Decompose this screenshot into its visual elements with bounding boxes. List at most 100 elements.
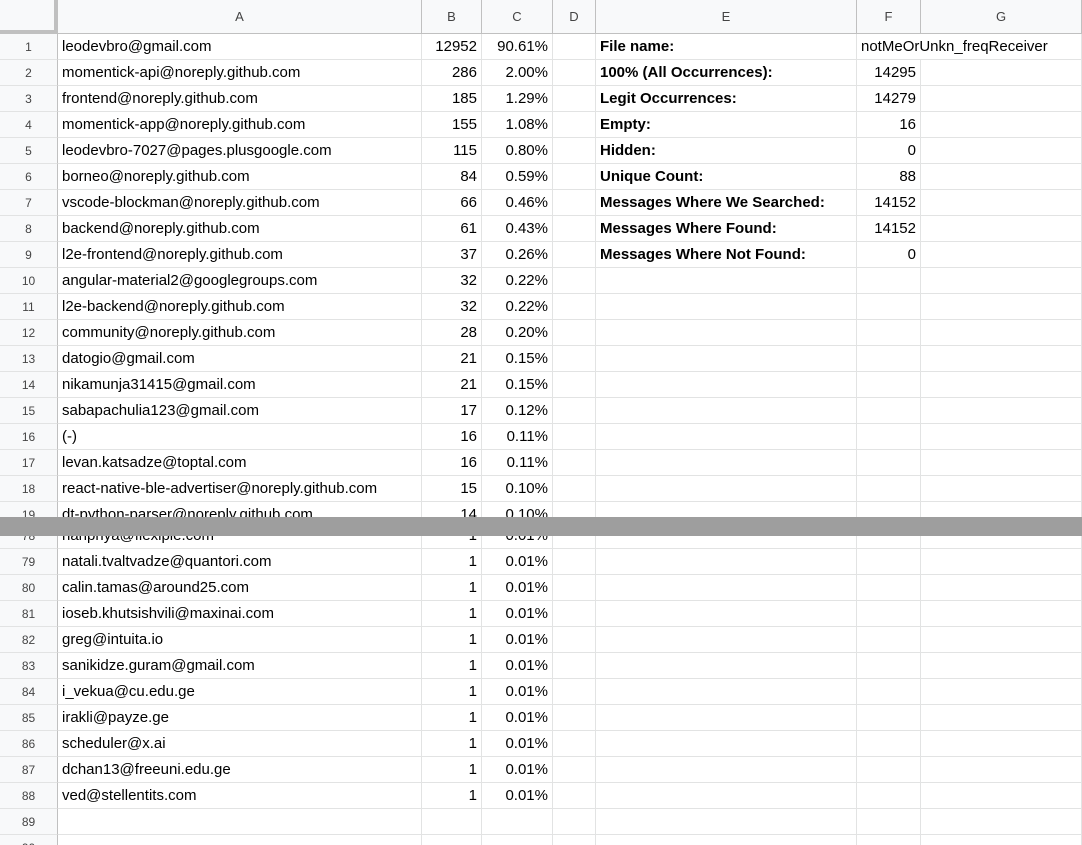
cell-d[interactable] — [553, 835, 596, 845]
cell-g[interactable] — [921, 835, 1082, 845]
row-header[interactable]: 7 — [0, 190, 58, 216]
cell-percent[interactable]: 0.10% — [482, 502, 553, 517]
row-header[interactable]: 5 — [0, 138, 58, 164]
cell-g[interactable] — [921, 601, 1082, 627]
stat-value[interactable]: notMeOrUnkn_freqReceiver — [857, 34, 1082, 60]
cell-e[interactable] — [596, 705, 857, 731]
cell-count[interactable]: 1 — [422, 627, 482, 653]
cell-count[interactable]: 61 — [422, 216, 482, 242]
cell-count[interactable]: 14 — [422, 502, 482, 517]
stat-label[interactable]: 100% (All Occurrences): — [596, 60, 857, 86]
cell-count[interactable]: 66 — [422, 190, 482, 216]
row-header[interactable]: 9 — [0, 242, 58, 268]
cell-percent[interactable]: 0.26% — [482, 242, 553, 268]
cell-e[interactable] — [596, 679, 857, 705]
cell-d[interactable] — [553, 242, 596, 268]
cell-d[interactable] — [553, 398, 596, 424]
cell-email[interactable]: frontend@noreply.github.com — [58, 86, 422, 112]
cell-e[interactable] — [596, 809, 857, 835]
cell-email[interactable]: leodevbro@gmail.com — [58, 34, 422, 60]
cell-count[interactable]: 28 — [422, 320, 482, 346]
cell-g[interactable] — [921, 575, 1082, 601]
cell-percent[interactable]: 0.01% — [482, 549, 553, 575]
row-header[interactable]: 6 — [0, 164, 58, 190]
cell-d[interactable] — [553, 502, 596, 517]
cell-email[interactable]: community@noreply.github.com — [58, 320, 422, 346]
cell-g[interactable] — [921, 705, 1082, 731]
cell-percent[interactable]: 0.11% — [482, 424, 553, 450]
cell-f[interactable] — [857, 731, 921, 757]
cell-email[interactable]: backend@noreply.github.com — [58, 216, 422, 242]
cell-f[interactable] — [857, 398, 921, 424]
cell-percent[interactable]: 0.01% — [482, 731, 553, 757]
cell-email[interactable]: nikamunja31415@gmail.com — [58, 372, 422, 398]
cell-g[interactable] — [921, 679, 1082, 705]
stat-value[interactable]: 16 — [857, 112, 921, 138]
cell-d[interactable] — [553, 294, 596, 320]
cell-count[interactable] — [422, 809, 482, 835]
cell-percent[interactable]: 0.46% — [482, 190, 553, 216]
cell-email[interactable]: momentick-app@noreply.github.com — [58, 112, 422, 138]
stat-label[interactable]: Messages Where We Searched: — [596, 190, 857, 216]
cell-g[interactable] — [921, 372, 1082, 398]
row-header[interactable]: 85 — [0, 705, 58, 731]
column-header-f[interactable]: F — [857, 0, 921, 34]
cell-d[interactable] — [553, 138, 596, 164]
cell-g[interactable] — [921, 112, 1082, 138]
cell-d[interactable] — [553, 679, 596, 705]
cell-percent[interactable]: 0.01% — [482, 536, 553, 549]
cell-e[interactable] — [596, 372, 857, 398]
cell-d[interactable] — [553, 190, 596, 216]
cell-g[interactable] — [921, 627, 1082, 653]
cell-d[interactable] — [553, 112, 596, 138]
cell-percent[interactable] — [482, 835, 553, 845]
cell-e[interactable] — [596, 450, 857, 476]
cell-e[interactable] — [596, 757, 857, 783]
cell-d[interactable] — [553, 34, 596, 60]
row-header[interactable]: 15 — [0, 398, 58, 424]
row-header[interactable]: 87 — [0, 757, 58, 783]
stat-value[interactable]: 88 — [857, 164, 921, 190]
cell-g[interactable] — [921, 476, 1082, 502]
cell-f[interactable] — [857, 549, 921, 575]
cell-email[interactable]: momentick-api@noreply.github.com — [58, 60, 422, 86]
cell-email[interactable]: l2e-backend@noreply.github.com — [58, 294, 422, 320]
row-header[interactable]: 10 — [0, 268, 58, 294]
cell-e[interactable] — [596, 835, 857, 845]
cell-percent[interactable]: 1.08% — [482, 112, 553, 138]
stat-label[interactable]: Messages Where Not Found: — [596, 242, 857, 268]
cell-percent[interactable]: 0.22% — [482, 294, 553, 320]
cell-g[interactable] — [921, 653, 1082, 679]
cell-percent[interactable]: 0.22% — [482, 268, 553, 294]
row-header[interactable]: 17 — [0, 450, 58, 476]
cell-count[interactable]: 286 — [422, 60, 482, 86]
cell-email[interactable]: natali.tvaltvadze@quantori.com — [58, 549, 422, 575]
cell-g[interactable] — [921, 450, 1082, 476]
cell-percent[interactable]: 0.01% — [482, 757, 553, 783]
cell-email[interactable]: datogio@gmail.com — [58, 346, 422, 372]
cell-count[interactable]: 115 — [422, 138, 482, 164]
cell-e[interactable] — [596, 783, 857, 809]
cell-f[interactable] — [857, 653, 921, 679]
cell-e[interactable] — [596, 653, 857, 679]
stat-label[interactable]: File name: — [596, 34, 857, 60]
column-header-e[interactable]: E — [596, 0, 857, 34]
cell-count[interactable]: 21 — [422, 372, 482, 398]
cell-percent[interactable]: 0.01% — [482, 627, 553, 653]
cell-g[interactable] — [921, 190, 1082, 216]
cell-percent[interactable]: 0.01% — [482, 601, 553, 627]
cell-g[interactable] — [921, 809, 1082, 835]
cell-email[interactable]: i_vekua@cu.edu.ge — [58, 679, 422, 705]
stat-value[interactable]: 14295 — [857, 60, 921, 86]
cell-d[interactable] — [553, 653, 596, 679]
row-header[interactable]: 84 — [0, 679, 58, 705]
cell-email[interactable]: irakli@payze.ge — [58, 705, 422, 731]
cell-d[interactable] — [553, 549, 596, 575]
cell-g[interactable] — [921, 783, 1082, 809]
cell-f[interactable] — [857, 320, 921, 346]
cell-count[interactable]: 37 — [422, 242, 482, 268]
cell-d[interactable] — [553, 372, 596, 398]
cell-f[interactable] — [857, 536, 921, 549]
stat-label[interactable]: Unique Count: — [596, 164, 857, 190]
row-header[interactable]: 81 — [0, 601, 58, 627]
